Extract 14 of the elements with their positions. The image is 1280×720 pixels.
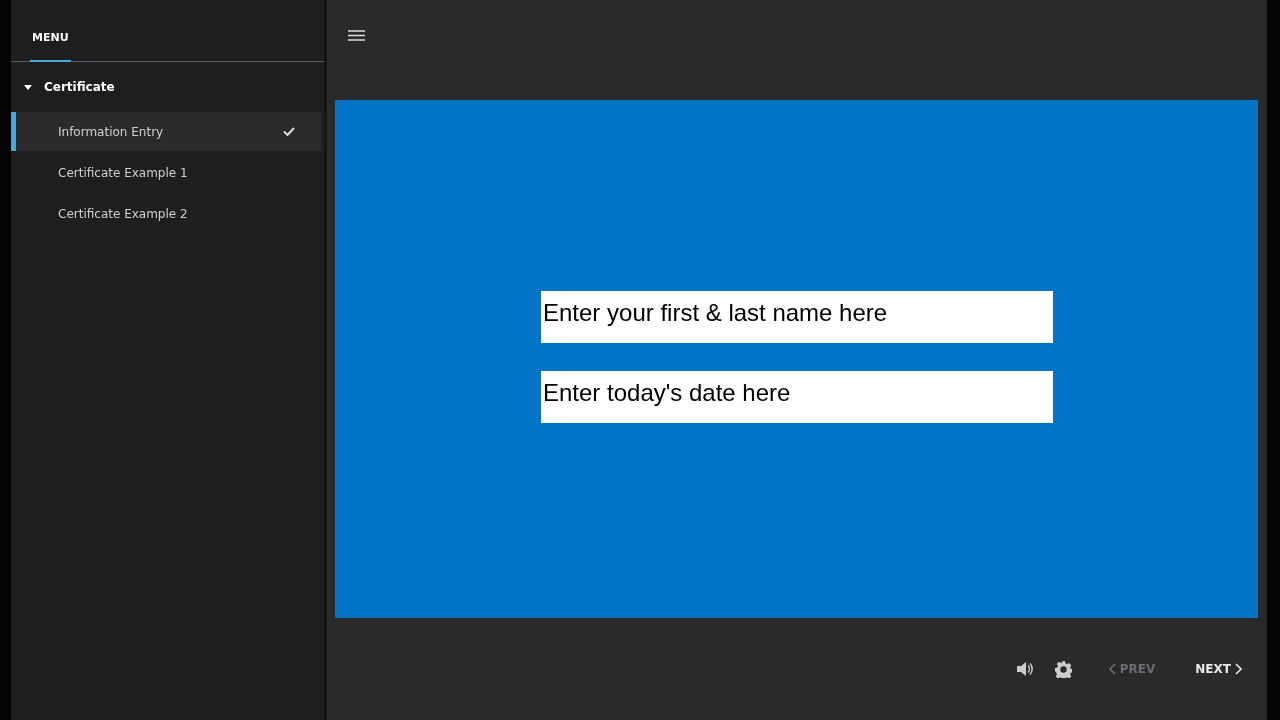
- menu-tab[interactable]: MENU: [30, 31, 71, 62]
- settings-icon[interactable]: [1054, 660, 1072, 678]
- menu-item[interactable]: Certificate Example 2: [11, 194, 324, 233]
- menu-item[interactable]: Information Entry: [11, 112, 321, 151]
- caret-icon: [24, 84, 32, 90]
- speaker-icon[interactable]: [1016, 662, 1033, 676]
- input-field[interactable]: Enter your first & last name here: [541, 291, 1053, 343]
- section-header[interactable]: Certificate: [11, 62, 324, 112]
- input-field[interactable]: Enter today's date here: [541, 371, 1053, 423]
- chevron-left-icon: [1107, 663, 1116, 675]
- next-button[interactable]: NEXT: [1191, 662, 1247, 676]
- menu-item[interactable]: Certificate Example 1: [11, 153, 324, 192]
- menu-icon[interactable]: [348, 30, 365, 41]
- chevron-right-icon: [1235, 663, 1243, 675]
